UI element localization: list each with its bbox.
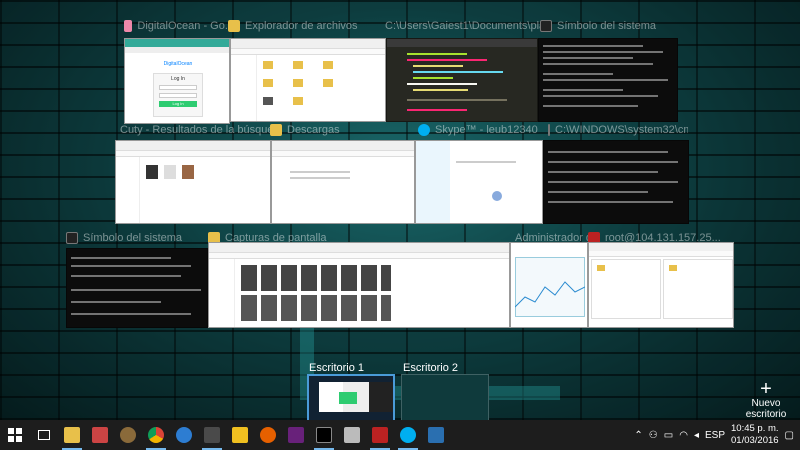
taskbar-cmd[interactable] <box>310 420 338 450</box>
filezilla-icon <box>372 427 388 443</box>
gimp-icon <box>120 427 136 443</box>
window-thumbnail-descargas[interactable] <box>271 140 415 224</box>
folder-icon <box>270 124 282 136</box>
new-desktop-button[interactable]: + Nuevo escritorio <box>735 378 797 420</box>
language-indicator[interactable]: ESP <box>705 430 725 441</box>
window-thumbnail-filezilla[interactable] <box>588 242 734 328</box>
window-thumbnail-taskmgr[interactable] <box>510 242 588 328</box>
cpu-graph <box>515 281 585 308</box>
notification-icon[interactable]: ▢ <box>785 430 794 441</box>
folder-icon <box>64 427 80 443</box>
password-field[interactable] <box>159 93 197 98</box>
taskbar-visualstudio[interactable] <box>282 420 310 450</box>
start-button[interactable] <box>0 420 30 450</box>
window-label-skype: Skype™ - leub12340 <box>418 124 548 136</box>
taskbar-skype[interactable] <box>394 420 422 450</box>
cmd-icon <box>316 427 332 443</box>
taskbar-network-app[interactable] <box>422 420 450 450</box>
clock-time: 10:45 p. m. <box>731 423 779 434</box>
sketch-icon <box>232 427 248 443</box>
email-field[interactable] <box>159 85 197 90</box>
window-thumbnail-capturas[interactable] <box>208 242 510 328</box>
taskbar-chrome[interactable] <box>142 420 170 450</box>
skype-icon <box>418 124 430 136</box>
window-thumbnail-sublime[interactable] <box>386 38 538 122</box>
clock[interactable]: 10:45 p. m. 01/03/2016 <box>731 423 779 447</box>
calculator-icon <box>92 427 108 443</box>
window-label-sublime: C:\Users\Gaiest1\Documents\plai... <box>385 20 540 32</box>
taskbar-app-blue[interactable] <box>170 420 198 450</box>
taskbar-firefox[interactable] <box>254 420 282 450</box>
sublime-icon <box>204 427 220 443</box>
taskbar-printer[interactable] <box>338 420 366 450</box>
firefox-icon <box>260 427 276 443</box>
taskbar-filezilla[interactable] <box>366 420 394 450</box>
window-label-explorer: Explorador de archivos <box>228 20 378 32</box>
desktop-1-thumbnail[interactable] <box>307 374 395 422</box>
taskbar-sketch[interactable] <box>226 420 254 450</box>
plus-icon: + <box>760 378 772 400</box>
new-desktop-label: Nuevo escritorio <box>745 398 787 420</box>
network-icon <box>428 427 444 443</box>
window-thumbnail-cmd3[interactable] <box>66 248 208 328</box>
taskbar-explorer[interactable] <box>58 420 86 450</box>
printer-icon <box>344 427 360 443</box>
brand-logo: DigitalOcean <box>163 61 193 67</box>
cmd-icon <box>540 20 552 32</box>
cmd-icon <box>66 232 78 244</box>
window-thumbnail-cmd2[interactable] <box>543 140 689 224</box>
chrome-icon <box>148 427 164 443</box>
wifi-icon[interactable]: ◠ <box>679 430 688 441</box>
task-view-button[interactable] <box>30 420 58 450</box>
folder-icon <box>228 20 240 32</box>
desktop-1-label: Escritorio 1 <box>309 362 365 374</box>
window-label-cmd: Símbolo del sistema <box>540 20 680 32</box>
task-view-icon <box>38 430 50 440</box>
window-label-descargas: Descargas <box>270 124 410 136</box>
login-title: Log In <box>171 76 185 82</box>
taskbar-calculator[interactable] <box>86 420 114 450</box>
window-label-cuty: Cuty - Resultados de la búsqueda... <box>120 124 275 136</box>
window-label-cmd3: Símbolo del sistema <box>66 232 206 244</box>
volume-icon[interactable]: ◂ <box>694 430 699 441</box>
chrome-icon <box>124 20 133 32</box>
window-thumbnail-explorer[interactable] <box>230 38 386 122</box>
taskbar-gimp[interactable] <box>114 420 142 450</box>
people-icon[interactable]: ⚇ <box>649 430 658 441</box>
window-thumbnail-digitalocean[interactable]: DigitalOcean Log In Log In <box>124 38 230 124</box>
login-card: Log In Log In <box>153 73 203 117</box>
window-thumbnail-cmd[interactable] <box>538 38 678 122</box>
battery-icon[interactable]: ▭ <box>664 430 673 441</box>
windows-icon <box>8 428 22 442</box>
taskbar-sublime[interactable] <box>198 420 226 450</box>
chevron-up-icon[interactable]: ⌃ <box>634 430 642 441</box>
desktop-2-label: Escritorio 2 <box>403 362 459 374</box>
window-thumbnail-skype[interactable] <box>415 140 543 224</box>
window-label-digitalocean: DigitalOcean - Go... <box>124 20 234 32</box>
clock-date: 01/03/2016 <box>731 435 779 446</box>
system-tray: ⌃ ⚇ ▭ ◠ ◂ ESP 10:45 p. m. 01/03/2016 ▢ <box>634 420 800 450</box>
window-thumbnail-cuty[interactable] <box>115 140 271 224</box>
skype-icon <box>400 427 416 443</box>
globe-icon <box>176 427 192 443</box>
cmd-icon <box>548 124 550 136</box>
desktop-2-thumbnail[interactable] <box>401 374 489 422</box>
window-label-cmd2: C:\WINDOWS\system32\cmd.e... <box>548 124 688 136</box>
visual-studio-icon <box>288 427 304 443</box>
login-button[interactable]: Log In <box>159 101 197 107</box>
